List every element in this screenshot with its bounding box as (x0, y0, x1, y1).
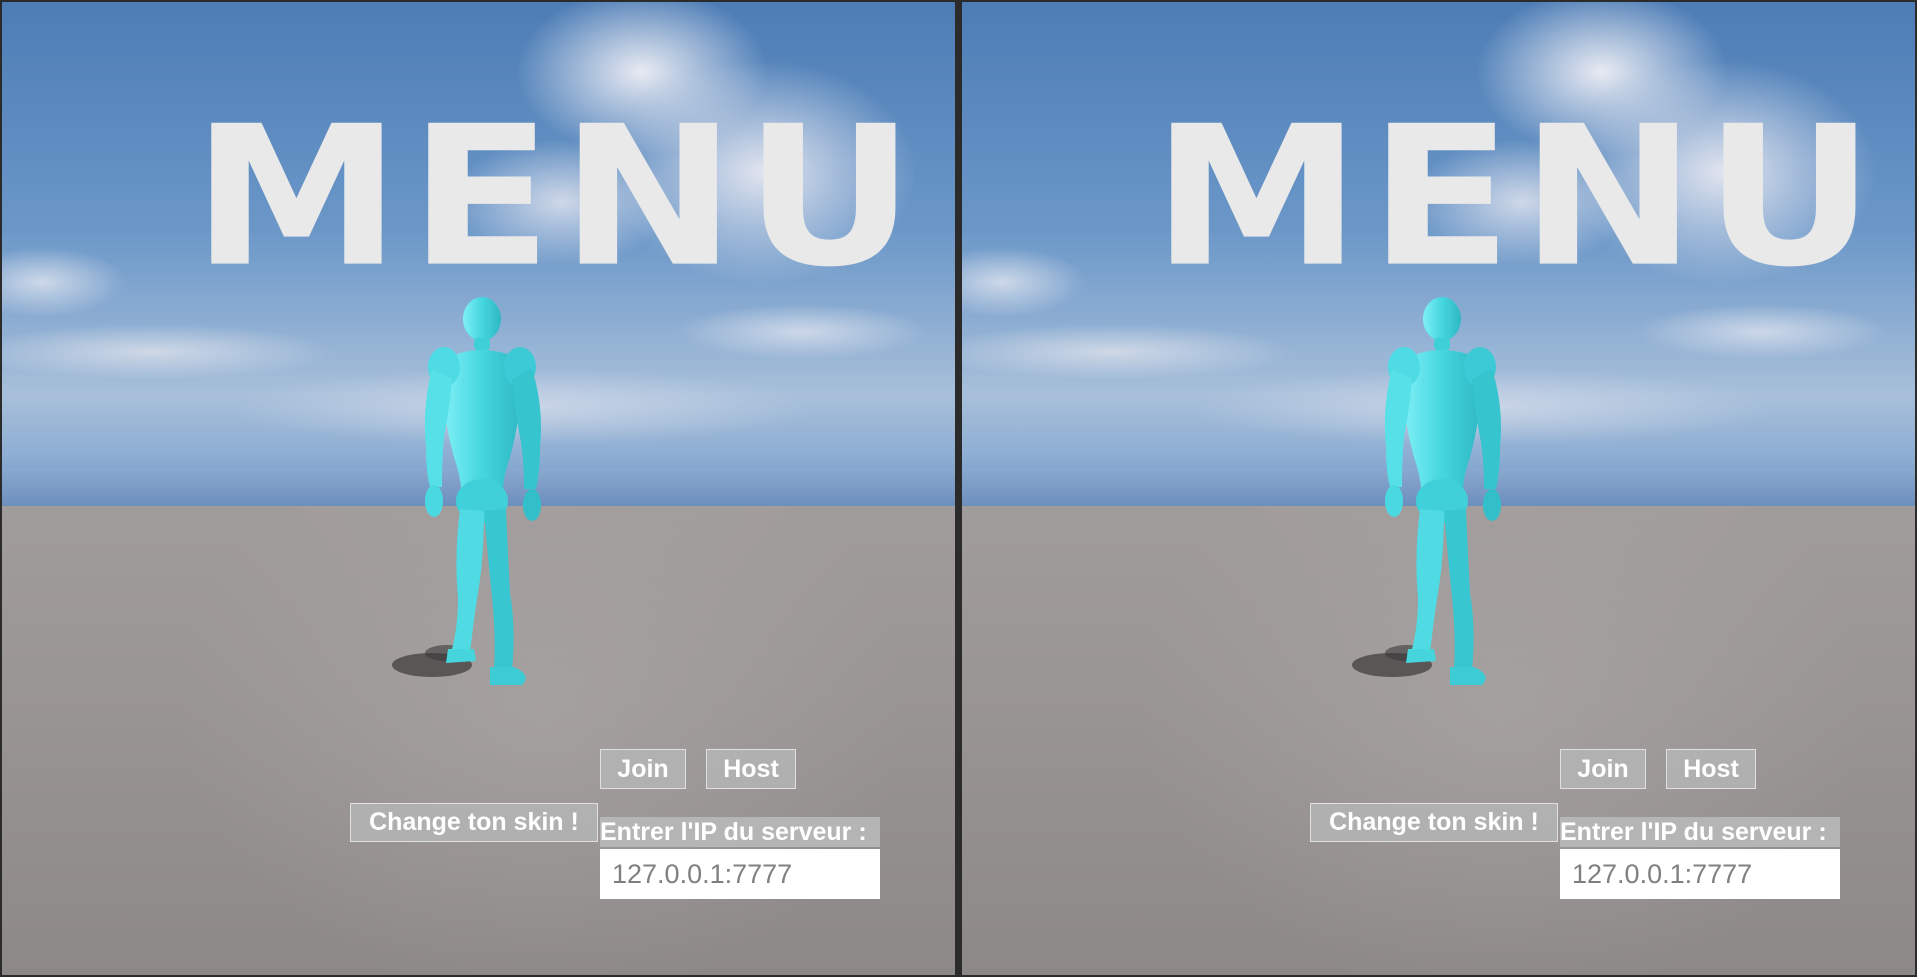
change-skin-button[interactable]: Change ton skin ! (350, 803, 598, 842)
player-2-viewport: MENU Join Host Change ton skin ! Entrer … (962, 2, 1915, 975)
menu-title: MENU (192, 84, 923, 310)
host-button[interactable]: Host (1666, 749, 1756, 789)
player-character (1352, 297, 1501, 685)
server-ip-label: Entrer l'IP du serveur : (600, 817, 880, 847)
player-1-viewport: MENU Join Host Change ton skin ! Entrer … (2, 2, 955, 975)
host-button[interactable]: Host (706, 749, 796, 789)
join-button[interactable]: Join (600, 749, 686, 789)
join-button[interactable]: Join (1560, 749, 1646, 789)
server-ip-label: Entrer l'IP du serveur : (1560, 817, 1840, 847)
server-ip-input[interactable] (1560, 849, 1840, 899)
viewport-divider (955, 0, 962, 977)
change-skin-button[interactable]: Change ton skin ! (1310, 803, 1558, 842)
menu-title: MENU (1152, 84, 1883, 310)
server-ip-input[interactable] (600, 849, 880, 899)
player-character (392, 297, 541, 685)
split-screen: MENU Join Host Change ton skin ! Entrer … (0, 0, 1917, 977)
